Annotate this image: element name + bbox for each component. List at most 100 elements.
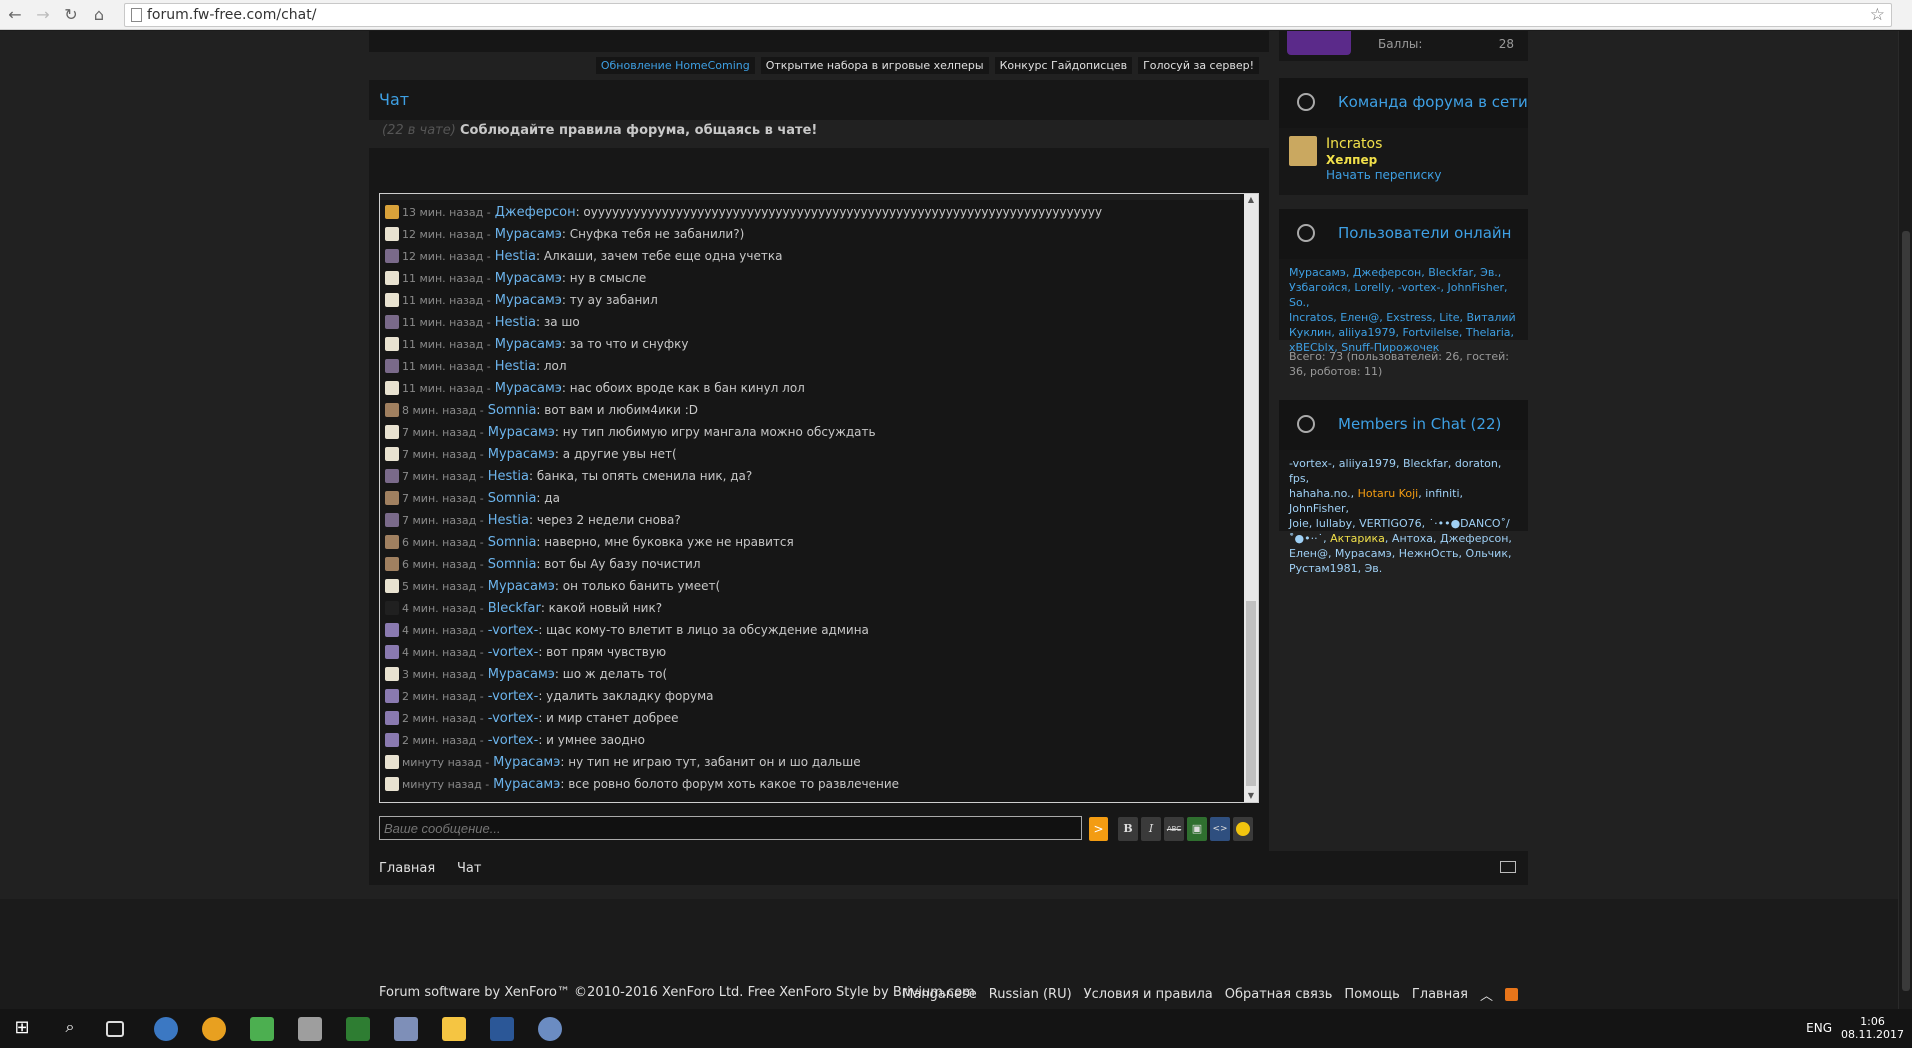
bookmark-star-icon[interactable]: ☆ (1870, 5, 1885, 25)
chat-members-list[interactable]: -vortex-, aliiya1979, Bleckfar, doraton,… (1289, 456, 1524, 576)
chat-members-line[interactable]: Рустам1981, Эв. (1289, 561, 1524, 576)
home-icon[interactable]: ⌂ (88, 4, 110, 26)
message-author[interactable]: Мурасамэ (495, 293, 562, 308)
chat-members-line[interactable]: hahaha.no., Hotaru Koji, infiniti, JohnF… (1289, 486, 1524, 516)
avatar[interactable] (385, 733, 399, 747)
forward-icon[interactable]: → (32, 4, 54, 26)
message-author[interactable]: -vortex- (488, 645, 539, 660)
notice-link[interactable]: Голосуй за сервер! (1138, 57, 1259, 74)
scroll-up-icon[interactable]: ▲ (1244, 194, 1258, 206)
avatar[interactable] (385, 689, 399, 703)
footer-link-terms[interactable]: Условия и правила (1084, 987, 1213, 1002)
chrome-app-icon[interactable] (154, 1017, 178, 1041)
online-users-list[interactable]: Мурасамэ, Джеферсон, Bleckfar, Эв., Узба… (1289, 265, 1524, 355)
bold-button[interactable]: B (1118, 817, 1138, 841)
chat-members-line[interactable]: ˚̀●•··˙, Актарика, Антоха, Джеферсон, (1289, 531, 1524, 546)
avatar[interactable] (385, 711, 399, 725)
online-users-line[interactable]: Мурасамэ, Джеферсон, Bleckfar, Эв., (1289, 265, 1524, 280)
member-name[interactable]: , Антоха, Джеферсон, (1385, 532, 1512, 545)
app-icon[interactable] (394, 1017, 418, 1041)
message-author[interactable]: Мурасамэ (493, 755, 560, 770)
message-author[interactable]: Hestia (488, 513, 529, 528)
message-author[interactable]: Мурасамэ (488, 425, 555, 440)
avatar[interactable] (385, 777, 399, 791)
smiley-icon[interactable] (1233, 817, 1253, 841)
send-button[interactable]: > (1089, 817, 1108, 841)
popup-icon[interactable] (1500, 861, 1516, 873)
member-name[interactable]: Актарика (1330, 532, 1385, 545)
app-icon[interactable] (346, 1017, 370, 1041)
message-author[interactable]: Мурасамэ (495, 271, 562, 286)
message-author[interactable]: Bleckfar (488, 601, 541, 616)
message-author[interactable]: Мурасамэ (495, 381, 562, 396)
folder-icon[interactable] (442, 1017, 466, 1041)
footer-link-style[interactable]: Manganese (902, 987, 977, 1002)
avatar[interactable] (385, 557, 399, 571)
avatar[interactable] (385, 447, 399, 461)
address-bar[interactable]: forum.fw-free.com/chat/ ☆ (124, 3, 1892, 27)
breadcrumb-home[interactable]: Главная (379, 861, 435, 876)
message-author[interactable]: Мурасамэ (495, 227, 562, 242)
avatar[interactable] (385, 359, 399, 373)
avatar[interactable] (385, 513, 399, 527)
message-author[interactable]: Somnia (488, 557, 537, 572)
avatar[interactable] (385, 249, 399, 263)
member-name[interactable]: ˚̀●•··˙, (1289, 532, 1330, 545)
footer-link-home[interactable]: Главная (1412, 987, 1468, 1002)
avatar[interactable] (385, 469, 399, 483)
message-author[interactable]: Мурасамэ (493, 777, 560, 792)
message-author[interactable]: Мурасамэ (488, 667, 555, 682)
avatar[interactable] (1287, 31, 1351, 55)
strike-button[interactable]: ABC (1164, 817, 1184, 841)
search-icon[interactable]: ⌕ (58, 1017, 82, 1041)
member-name[interactable]: hahaha.no., (1289, 487, 1358, 500)
member-name[interactable]: Hotaru Koji (1358, 487, 1419, 500)
message-author[interactable]: Мурасамэ (488, 579, 555, 594)
avatar[interactable] (385, 645, 399, 659)
app-icon[interactable] (202, 1017, 226, 1041)
avatar[interactable] (385, 271, 399, 285)
back-icon[interactable]: ← (4, 4, 26, 26)
footer-link-language[interactable]: Russian (RU) (989, 987, 1072, 1002)
avatar[interactable] (385, 579, 399, 593)
footer-link-help[interactable]: Помощь (1344, 987, 1399, 1002)
app-icon[interactable] (250, 1017, 274, 1041)
chat-members-line[interactable]: Joie, lullaby, VERTIGO76, ˙·••●DANCO˚/ (1289, 516, 1524, 531)
notice-link[interactable]: Конкурс Гайдописцев (994, 57, 1133, 74)
avatar[interactable] (385, 601, 399, 615)
avatar[interactable] (385, 755, 399, 769)
avatar[interactable] (385, 381, 399, 395)
notice-link[interactable]: Открытие набора в игровые хелперы (760, 57, 989, 74)
online-users-line[interactable]: Узбагойся, Lorelly, -vortex-, JohnFisher… (1289, 280, 1524, 310)
message-author[interactable]: Джеферсон (495, 205, 576, 220)
app-icon[interactable] (538, 1017, 562, 1041)
code-icon[interactable]: <> (1210, 817, 1230, 841)
avatar[interactable] (385, 315, 399, 329)
message-author[interactable]: Мурасамэ (495, 337, 562, 352)
chat-members-line[interactable]: -vortex-, aliiya1979, Bleckfar, doraton,… (1289, 456, 1524, 486)
chat-scroll-thumb[interactable] (1246, 601, 1256, 786)
app-icon[interactable] (298, 1017, 322, 1041)
message-input[interactable] (379, 816, 1082, 840)
footer-link-contact[interactable]: Обратная связь (1225, 987, 1333, 1002)
message-author[interactable]: Hestia (495, 315, 536, 330)
scroll-down-icon[interactable]: ▼ (1244, 790, 1258, 802)
notice-link[interactable]: Обновление HomeComing (595, 57, 755, 74)
start-conversation-link[interactable]: Начать переписку (1326, 168, 1442, 182)
avatar[interactable] (385, 425, 399, 439)
avatar[interactable] (385, 535, 399, 549)
message-author[interactable]: Hestia (488, 469, 529, 484)
message-author[interactable]: -vortex- (488, 689, 539, 704)
page-scrollbar[interactable] (1898, 31, 1912, 1009)
word-icon[interactable] (490, 1017, 514, 1041)
avatar[interactable] (385, 403, 399, 417)
chat-members-line[interactable]: Елен@, Мурасамэ, НежнОсть, Ольчик, (1289, 546, 1524, 561)
chevron-up-icon[interactable]: ︿ (1480, 985, 1493, 1004)
reload-icon[interactable]: ↻ (60, 4, 82, 26)
language-indicator[interactable]: ENG (1806, 1021, 1832, 1035)
avatar[interactable] (385, 227, 399, 241)
avatar[interactable] (385, 205, 399, 219)
online-users-line[interactable]: Куклин, aliiya1979, Fortvilelse, Thelari… (1289, 325, 1524, 340)
clock[interactable]: 1:06 08.11.2017 (1841, 1015, 1904, 1041)
breadcrumb-chat[interactable]: Чат (457, 861, 481, 876)
